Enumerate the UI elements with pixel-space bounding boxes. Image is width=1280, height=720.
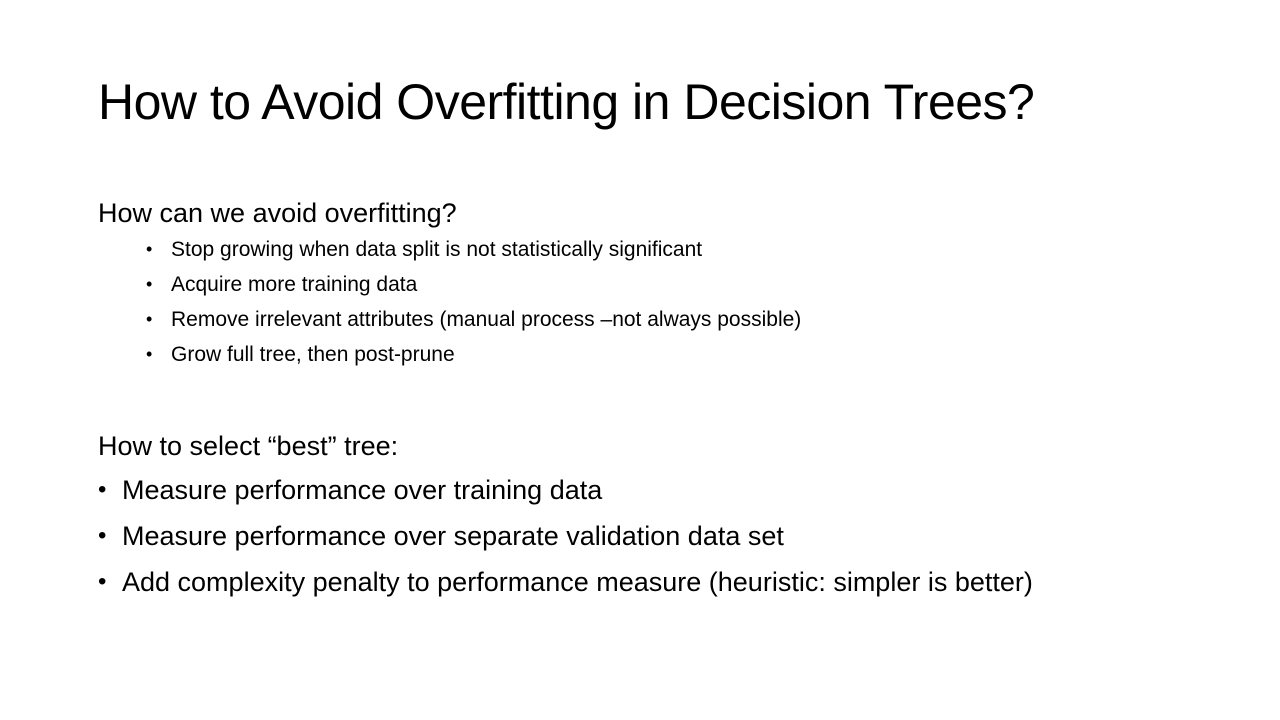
list-item: Stop growing when data split is not stat… [146,232,1178,267]
list-item: Measure performance over separate valida… [98,519,1122,553]
list-item: Acquire more training data [146,267,1178,302]
select-best-tree-list: Measure performance over training data M… [98,473,1178,599]
list-item: Add complexity penalty to performance me… [98,565,1112,599]
slide-title: How to Avoid Overfitting in Decision Tre… [98,74,1035,130]
avoid-overfitting-list: Stop growing when data split is not stat… [98,232,1178,372]
section-heading-select-best-tree: How to select “best” tree: [98,431,399,461]
list-item: Measure performance over training data [98,473,1122,507]
list-item: Grow full tree, then post-prune [146,337,1178,372]
section-heading-avoid-overfitting: How can we avoid overfitting? [98,198,457,228]
list-item: Remove irrelevant attributes (manual pro… [146,302,1178,337]
slide-body: How can we avoid overfitting? Stop growi… [98,194,1178,611]
slide: How to Avoid Overfitting in Decision Tre… [0,0,1280,720]
